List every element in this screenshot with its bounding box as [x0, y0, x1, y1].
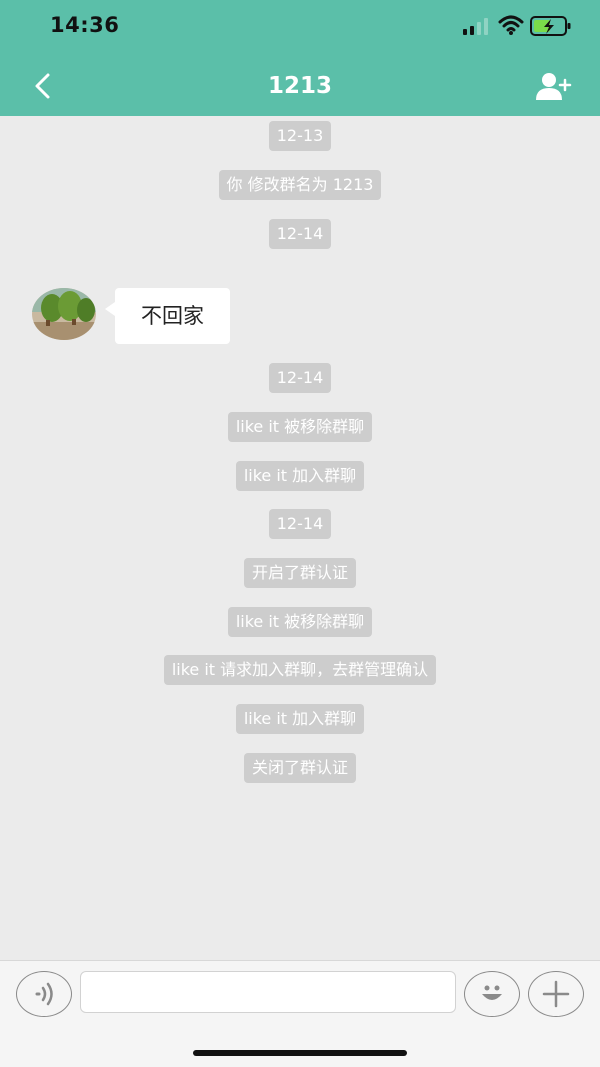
emoji-icon [482, 985, 502, 1000]
message-list[interactable]: 12-13 你 修改群名为 1213 12-14 不回家 12-14 like … [0, 116, 600, 960]
date-divider: 12-13 [268, 121, 332, 151]
system-message: like it 请求加入群聊，去群管理确认 [0, 655, 600, 685]
sender-avatar[interactable] [32, 288, 96, 340]
system-message-text: 你 修改群名为 1213 [218, 170, 382, 200]
message-input[interactable] [80, 971, 456, 1013]
status-time: 14:36 [50, 13, 120, 37]
add-member-icon [536, 73, 572, 100]
date-divider: 12-14 [268, 363, 332, 393]
system-message: 开启了群认证 [0, 558, 600, 588]
system-message-text: 关闭了群认证 [243, 753, 356, 783]
system-message: 你 修改群名为 1213 [0, 170, 600, 200]
date-divider: 12-14 [268, 219, 332, 249]
nav-bar: 1213 [0, 56, 600, 116]
voice-button[interactable] [16, 971, 72, 1017]
wifi-icon [498, 15, 524, 35]
system-message: 12-13 [0, 121, 600, 151]
system-message-text: 开启了群认证 [243, 558, 356, 588]
system-message: like it 被移除群聊 [0, 412, 600, 442]
system-message: 关闭了群认证 [0, 753, 600, 783]
system-message: like it 被移除群聊 [0, 607, 600, 637]
system-message-text: like it 请求加入群聊，去群管理确认 [163, 655, 437, 685]
message-bubble[interactable]: 不回家 [105, 288, 230, 344]
back-button[interactable] [20, 64, 64, 108]
system-message: like it 加入群聊 [0, 461, 600, 491]
system-message: like it 加入群聊 [0, 704, 600, 734]
avatar-image [32, 288, 96, 340]
status-bar: 14:36 [0, 0, 600, 56]
system-message: 12-14 [0, 363, 600, 393]
plus-icon [542, 980, 570, 1008]
system-message-text: like it 加入群聊 [235, 461, 365, 491]
add-member-button[interactable] [530, 66, 578, 106]
system-message-text: like it 被移除群聊 [227, 607, 373, 637]
date-divider: 12-14 [268, 509, 332, 539]
voice-icon [35, 982, 53, 1006]
system-message: 12-14 [0, 219, 600, 249]
battery-charging-icon [530, 16, 571, 36]
chat-title: 1213 [267, 73, 332, 99]
chevron-left-icon [35, 73, 50, 99]
system-message-text: like it 被移除群聊 [227, 412, 373, 442]
signal-icon [463, 18, 488, 35]
system-message-text: like it 加入群聊 [235, 704, 365, 734]
more-button[interactable] [528, 971, 584, 1017]
emoji-button[interactable] [464, 971, 520, 1017]
system-message: 12-14 [0, 509, 600, 539]
home-indicator[interactable] [193, 1050, 407, 1056]
input-bar [0, 960, 600, 1067]
